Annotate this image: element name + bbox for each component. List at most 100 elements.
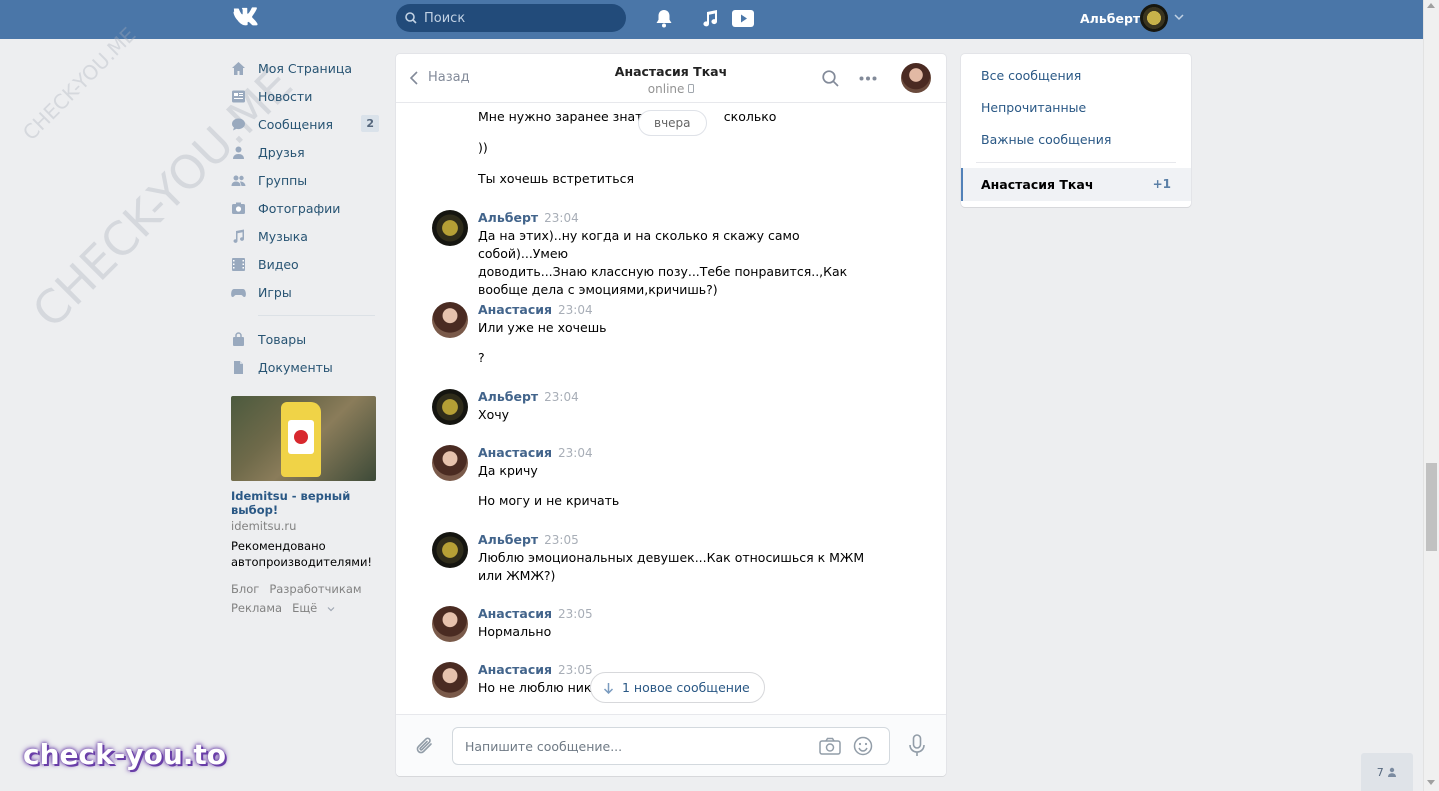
footer-link-blog[interactable]: Блог (231, 582, 259, 596)
ad-image[interactable] (231, 396, 376, 481)
messages-badge: 2 (361, 115, 379, 132)
nav-label: Друзья (258, 144, 305, 160)
conversation-unread-count: +1 (1152, 177, 1171, 191)
camera-icon[interactable] (819, 737, 841, 755)
message-text: Хочу (478, 407, 509, 422)
more-icon[interactable] (859, 76, 877, 81)
peer-status: online (396, 82, 946, 96)
message-text: Нормально (478, 624, 552, 639)
message-author[interactable]: Анастасия 23:05 (478, 606, 593, 621)
nav-item-music[interactable]: Музыка (231, 222, 379, 250)
video-icon (231, 257, 246, 272)
online-friends-button[interactable]: 7 (1361, 753, 1413, 791)
nav-label: Музыка (258, 228, 308, 244)
music-icon[interactable] (701, 9, 719, 28)
nav-item-groups[interactable]: Группы (231, 166, 379, 194)
page-scrollbar[interactable] (1423, 0, 1439, 791)
peer-avatar[interactable] (901, 63, 931, 93)
message-author[interactable]: Альберт 23:04 (478, 389, 579, 404)
document-icon (231, 360, 246, 375)
footer-link-dev[interactable]: Разработчикам (269, 582, 361, 596)
new-messages-button[interactable]: 1 новое сообщение (590, 672, 765, 703)
footer-link-ads[interactable]: Реклама (231, 601, 282, 615)
avatar[interactable] (432, 662, 468, 698)
left-nav: Моя Страница Новости Сообщения 2 Друзья … (231, 54, 379, 381)
avatar[interactable] (432, 302, 468, 338)
nav-item-friends[interactable]: Друзья (231, 138, 379, 166)
scrollbar-thumb[interactable] (1426, 463, 1437, 551)
message-author[interactable]: Анастасия 23:05 (478, 662, 593, 677)
nav-item-news[interactable]: Новости (231, 82, 379, 110)
nav-item-market[interactable]: Товары (231, 325, 379, 353)
nav-item-documents[interactable]: Документы (231, 353, 379, 381)
microphone-icon[interactable] (908, 734, 926, 758)
avatar[interactable] (432, 445, 468, 481)
conversation-tab[interactable]: Анастасия Ткач +1 (961, 168, 1191, 201)
message-composer (396, 714, 946, 776)
search-icon (405, 12, 417, 24)
news-icon (231, 89, 246, 104)
avatar[interactable] (432, 532, 468, 568)
message-text: Ты хочешь встретиться (478, 171, 634, 186)
message-list: Мне нужно заранее знать сколько вчера ))… (396, 104, 946, 714)
nav-label: Игры (258, 284, 292, 300)
avatar[interactable] (432, 210, 468, 246)
avatar[interactable] (432, 606, 468, 642)
message-time: 23:04 (544, 211, 579, 225)
conversation-name: Анастасия Ткач (981, 177, 1094, 192)
messages-filter-panel: Все сообщения Непрочитанные Важные сообщ… (961, 54, 1191, 207)
bell-icon[interactable] (655, 9, 673, 28)
message-time: 23:05 (558, 607, 593, 621)
ad-block[interactable]: Idemitsu - верный выбор! idemitsu.ru Рек… (231, 396, 376, 570)
footer-link-more[interactable]: Ещё (292, 601, 317, 615)
nav-label: Сообщения (258, 116, 334, 132)
scroll-up-arrow-icon[interactable] (1427, 3, 1435, 8)
avatar[interactable] (432, 389, 468, 425)
search-field[interactable] (396, 4, 626, 32)
message-author[interactable]: Альберт 23:04 (478, 210, 579, 225)
nav-label: Моя Страница (258, 60, 352, 76)
watermark-bottom: check-you.to (23, 738, 227, 771)
user-avatar[interactable] (1140, 4, 1168, 32)
message-author[interactable]: Анастасия 23:04 (478, 445, 593, 460)
nav-item-games[interactable]: Игры (231, 278, 379, 306)
home-icon (231, 61, 246, 76)
search-input[interactable] (424, 4, 614, 32)
video-play-icon[interactable] (731, 9, 755, 28)
new-messages-label: 1 новое сообщение (622, 680, 750, 695)
photos-icon (231, 201, 246, 216)
vk-logo-icon[interactable] (231, 7, 265, 29)
nav-item-messages[interactable]: Сообщения 2 (231, 110, 379, 138)
scroll-down-arrow-icon[interactable] (1427, 780, 1435, 785)
message-time: 23:04 (544, 390, 579, 404)
ad-title[interactable]: Idemitsu - верный выбор! (231, 489, 376, 517)
online-count: 7 (1376, 765, 1384, 779)
shopping-bag-icon (231, 331, 246, 347)
nav-label: Видео (258, 256, 299, 272)
search-icon[interactable] (822, 70, 839, 87)
filter-important[interactable]: Важные сообщения (981, 132, 1111, 147)
filter-all-messages[interactable]: Все сообщения (981, 68, 1081, 83)
message-time: 23:05 (558, 663, 593, 677)
message-input[interactable] (465, 728, 805, 764)
top-bar: Альберт (0, 0, 1423, 39)
nav-item-video[interactable]: Видео (231, 250, 379, 278)
user-name[interactable]: Альберт (1080, 11, 1140, 26)
message-text: ? (478, 350, 485, 365)
message-time: 23:05 (544, 533, 579, 547)
filter-unread[interactable]: Непрочитанные (981, 100, 1086, 115)
nav-item-photos[interactable]: Фотографии (231, 194, 379, 222)
messages-icon (231, 117, 246, 132)
chevron-down-icon[interactable] (1174, 13, 1184, 21)
paperclip-icon[interactable] (415, 735, 435, 757)
message-author[interactable]: Альберт 23:05 (478, 532, 579, 547)
message-input-box[interactable] (452, 727, 890, 765)
message-author[interactable]: Анастасия 23:04 (478, 302, 593, 317)
panel-divider (976, 162, 1176, 163)
person-icon (1388, 767, 1397, 777)
ad-text: Рекомендовано автопроизводителями! (231, 539, 373, 569)
nav-item-my-page[interactable]: Моя Страница (231, 54, 379, 82)
emoji-icon[interactable] (853, 736, 873, 756)
message-text: Да кричу (478, 463, 538, 478)
footer-links: Блог Разработчикам Реклама Ещё (231, 580, 381, 618)
